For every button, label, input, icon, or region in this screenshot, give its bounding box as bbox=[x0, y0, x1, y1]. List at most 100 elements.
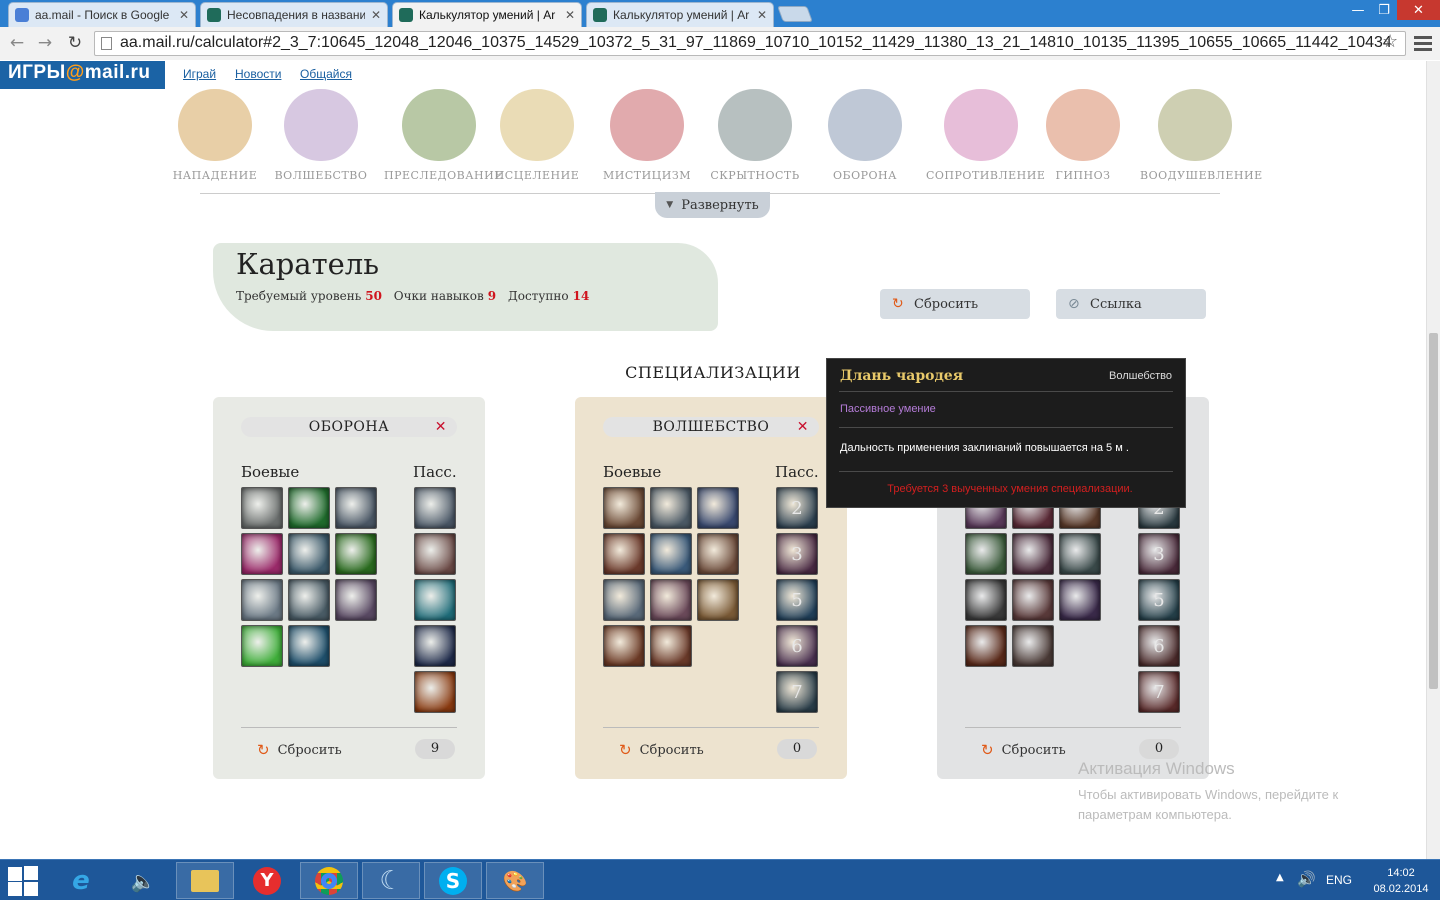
tab-3[interactable]: Калькулятор умений | Ar ✕ bbox=[586, 2, 774, 27]
tab-0[interactable]: aa.mail - Поиск в Google ✕ bbox=[8, 2, 196, 27]
combat-skill-icon[interactable] bbox=[697, 533, 739, 575]
combat-skill-icon[interactable] bbox=[650, 487, 692, 529]
restore-button[interactable]: ❐ bbox=[1371, 0, 1397, 20]
category-0[interactable]: НАПАДЕНИЕ bbox=[160, 89, 270, 182]
tray-volume-icon[interactable]: 🔊 bbox=[1297, 870, 1316, 888]
combat-skill-icon[interactable] bbox=[965, 625, 1007, 667]
combat-skill-icon[interactable] bbox=[1012, 579, 1054, 621]
page-scrollbar[interactable] bbox=[1426, 61, 1440, 859]
category-3[interactable]: ИСЦЕЛЕНИЕ bbox=[482, 89, 592, 182]
forward-arrow-icon[interactable]: → bbox=[34, 32, 56, 54]
expand-button[interactable]: ▼ Развернуть bbox=[655, 192, 770, 218]
category-1[interactable]: ВОЛШЕБСТВО bbox=[266, 89, 376, 182]
reload-icon[interactable]: ↻ bbox=[64, 32, 86, 54]
combat-skill-icon[interactable] bbox=[335, 579, 377, 621]
combat-skill-icon[interactable] bbox=[697, 487, 739, 529]
skype-icon[interactable]: S bbox=[424, 862, 482, 899]
passive-skill-icon[interactable]: 2 bbox=[776, 487, 818, 529]
portal-link-news[interactable]: Новости bbox=[235, 67, 281, 81]
combat-skill-icon[interactable] bbox=[241, 625, 283, 667]
passive-skill-icon[interactable] bbox=[414, 671, 456, 713]
portal-link-social[interactable]: Общайся bbox=[300, 67, 352, 81]
passive-skill-icon[interactable]: 6 bbox=[776, 625, 818, 667]
combat-skill-icon[interactable] bbox=[603, 625, 645, 667]
minimize-button[interactable]: — bbox=[1345, 0, 1371, 20]
category-9[interactable]: ВООДУШЕВЛЕНИЕ bbox=[1140, 89, 1262, 182]
scrollbar-thumb[interactable] bbox=[1429, 333, 1438, 689]
spec-reset-button[interactable]: ↻ Сбросить bbox=[257, 741, 342, 759]
game-launcher-icon[interactable]: ☾ bbox=[362, 862, 420, 899]
passive-skill-icon[interactable] bbox=[414, 579, 456, 621]
windows-start-icon[interactable] bbox=[8, 866, 38, 896]
tab-1[interactable]: Несовпадения в названи ✕ bbox=[200, 2, 388, 27]
combat-skill-icon[interactable] bbox=[603, 487, 645, 529]
tab-close-icon[interactable]: ✕ bbox=[371, 8, 381, 22]
spec-reset-button[interactable]: ↻ Сбросить bbox=[619, 741, 704, 759]
category-5[interactable]: СКРЫТНОСТЬ bbox=[700, 89, 810, 182]
passive-skill-icon[interactable]: 5 bbox=[776, 579, 818, 621]
portal-link-play[interactable]: Играй bbox=[183, 67, 216, 81]
back-arrow-icon[interactable]: ← bbox=[6, 32, 28, 54]
chrome-icon[interactable] bbox=[300, 862, 358, 899]
combat-skill-icon[interactable] bbox=[697, 579, 739, 621]
remove-spec-icon[interactable]: ✕ bbox=[797, 417, 809, 437]
passive-skill-icon[interactable]: 3 bbox=[776, 533, 818, 575]
combat-skill-icon[interactable] bbox=[241, 487, 283, 529]
combat-skill-icon[interactable] bbox=[335, 487, 377, 529]
combat-skill-icon[interactable] bbox=[288, 625, 330, 667]
combat-skill-icon[interactable] bbox=[1012, 533, 1054, 575]
browser-menu-icon[interactable] bbox=[1414, 33, 1432, 53]
passive-skill-icon[interactable] bbox=[414, 625, 456, 667]
spec-reset-button[interactable]: ↻ Сбросить bbox=[981, 741, 1066, 759]
tab-close-icon[interactable]: ✕ bbox=[757, 8, 767, 22]
passive-skill-icon[interactable]: 7 bbox=[776, 671, 818, 713]
tooltip-title: Длань чародея bbox=[840, 368, 964, 384]
language-indicator[interactable]: ENG bbox=[1326, 873, 1352, 887]
yandex-browser-icon[interactable]: Y bbox=[238, 862, 296, 899]
address-bar[interactable]: aa.mail.ru/calculator#2_3_7:10645_12048_… bbox=[94, 31, 1406, 56]
passive-skill-icon[interactable]: 7 bbox=[1138, 671, 1180, 713]
combat-skill-icon[interactable] bbox=[603, 533, 645, 575]
internet-explorer-icon[interactable]: e bbox=[52, 862, 110, 899]
paint-icon[interactable]: 🎨 bbox=[486, 862, 544, 899]
combat-skill-icon[interactable] bbox=[241, 533, 283, 575]
combat-skill-icon[interactable] bbox=[603, 579, 645, 621]
category-4[interactable]: МИСТИЦИЗМ bbox=[592, 89, 702, 182]
tab-close-icon[interactable]: ✕ bbox=[565, 8, 575, 22]
link-button[interactable]: ⊘ Ссылка bbox=[1056, 289, 1206, 319]
tray-expand-icon[interactable]: ▲ bbox=[1276, 872, 1284, 883]
combat-skill-icon[interactable] bbox=[1059, 579, 1101, 621]
tab-close-icon[interactable]: ✕ bbox=[179, 8, 189, 22]
combat-skill-icon[interactable] bbox=[965, 533, 1007, 575]
combat-skill-icon[interactable] bbox=[965, 579, 1007, 621]
combat-skill-icon[interactable] bbox=[650, 625, 692, 667]
close-window-button[interactable]: ✕ bbox=[1397, 0, 1440, 20]
category-8[interactable]: ГИПНОЗ bbox=[1028, 89, 1138, 182]
remove-spec-icon[interactable]: ✕ bbox=[435, 417, 447, 437]
clock[interactable]: 14:02 08.02.2014 bbox=[1370, 865, 1432, 897]
volume-app-icon[interactable]: 🔈 bbox=[114, 862, 172, 899]
reset-all-button[interactable]: ↻ Сбросить bbox=[880, 289, 1030, 319]
combat-skill-icon[interactable] bbox=[241, 579, 283, 621]
combat-skill-icon[interactable] bbox=[650, 579, 692, 621]
bookmark-star-icon[interactable]: ☆ bbox=[1382, 31, 1398, 52]
combat-skill-icon[interactable] bbox=[1012, 625, 1054, 667]
combat-skill-icon[interactable] bbox=[335, 533, 377, 575]
combat-skill-icon[interactable] bbox=[1059, 533, 1101, 575]
games-mail-logo[interactable]: ИГРЫ@mail.ru bbox=[0, 61, 165, 89]
passive-skill-icon[interactable] bbox=[414, 533, 456, 575]
tab-2-active[interactable]: Калькулятор умений | Ar ✕ bbox=[392, 2, 582, 27]
combat-skill-icon[interactable] bbox=[288, 533, 330, 575]
category-2[interactable]: ПРЕСЛЕДОВАНИЕ bbox=[384, 89, 502, 182]
category-6[interactable]: ОБОРОНА bbox=[810, 89, 920, 182]
passive-skill-icon[interactable] bbox=[414, 487, 456, 529]
passive-skill-icon[interactable]: 6 bbox=[1138, 625, 1180, 667]
category-7[interactable]: СОПРОТИВЛЕНИЕ bbox=[926, 89, 1045, 182]
combat-skill-icon[interactable] bbox=[288, 579, 330, 621]
new-tab-button[interactable] bbox=[777, 6, 813, 22]
combat-skill-icon[interactable] bbox=[288, 487, 330, 529]
passive-skill-icon[interactable]: 3 bbox=[1138, 533, 1180, 575]
passive-skill-icon[interactable]: 5 bbox=[1138, 579, 1180, 621]
combat-skill-icon[interactable] bbox=[650, 533, 692, 575]
file-explorer-icon[interactable] bbox=[176, 862, 234, 899]
